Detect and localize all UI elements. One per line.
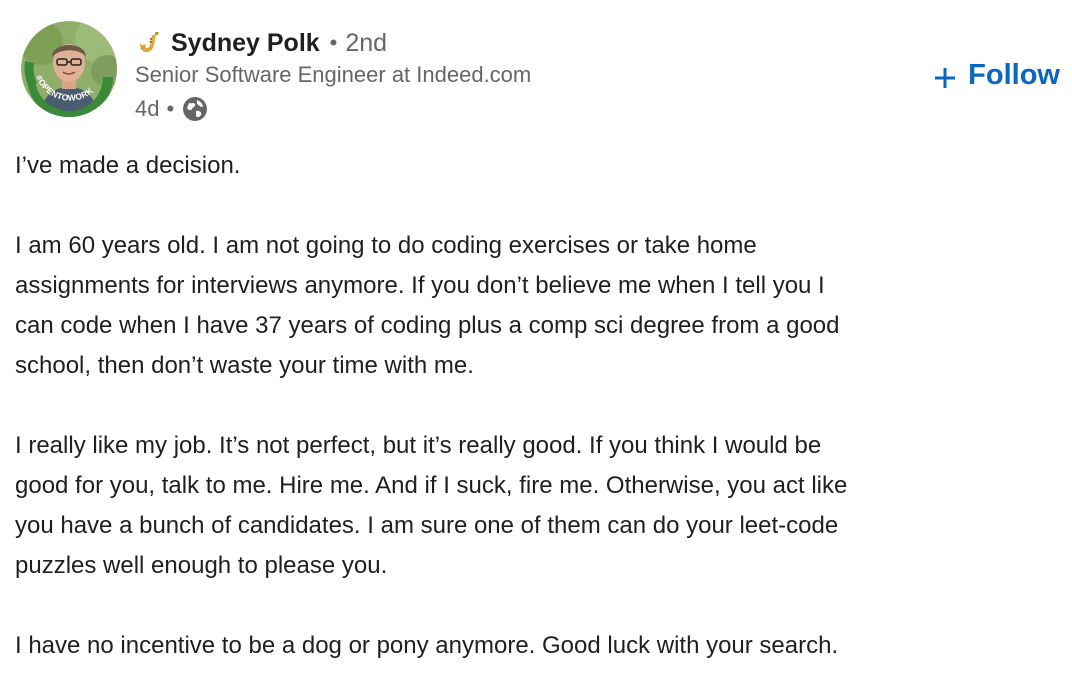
- post-paragraph: I really like my job. It’s not perfect, …: [15, 426, 1055, 586]
- post-text: I’ve made a decision. I am 60 years old.…: [15, 146, 1055, 666]
- post-line: assignments for interviews anymore. If y…: [15, 272, 825, 299]
- post-line: school, then don’t waste your time with …: [15, 352, 474, 379]
- post-line: puzzles well enough to please you.: [15, 552, 388, 579]
- post-paragraph: I have no incentive to be a dog or pony …: [15, 626, 1055, 666]
- feed-post: #OPENTOWORK Sydney Polk • 2nd Senior Sof…: [0, 0, 1072, 674]
- connection-degree: 2nd: [345, 28, 388, 57]
- post-line: I really like my job. It’s not perfect, …: [15, 432, 822, 459]
- author-name-row: Sydney Polk • 2nd: [135, 26, 387, 60]
- post-paragraph: I am 60 years old. I am not going to do …: [15, 226, 1055, 386]
- author-avatar[interactable]: #OPENTOWORK: [21, 21, 117, 117]
- follow-label: Follow: [968, 58, 1060, 91]
- post-line: I am 60 years old. I am not going to do …: [15, 232, 757, 259]
- saxophone-icon: [135, 29, 163, 57]
- post-line: I’ve made a decision.: [15, 152, 241, 179]
- separator-dot: •: [166, 96, 175, 121]
- post-line: good for you, talk to me. Hire me. And i…: [15, 472, 848, 499]
- follow-button[interactable]: Follow: [928, 54, 1060, 96]
- avatar-photo: #OPENTOWORK: [21, 21, 117, 117]
- post-line: can code when I have 37 years of coding …: [15, 312, 840, 339]
- separator-dot: •: [329, 30, 338, 55]
- post-meta: 4d •: [135, 94, 209, 124]
- plus-icon: [934, 64, 956, 88]
- author-headline: Senior Software Engineer at Indeed.com: [135, 62, 532, 87]
- globe-icon: [181, 95, 209, 123]
- author-name[interactable]: Sydney Polk: [171, 29, 320, 58]
- post-time: 4d: [135, 96, 160, 121]
- post-line: you have a bunch of candidates. I am sur…: [15, 512, 839, 539]
- post-paragraph: I’ve made a decision.: [15, 146, 1055, 186]
- post-line: I have no incentive to be a dog or pony …: [15, 632, 839, 659]
